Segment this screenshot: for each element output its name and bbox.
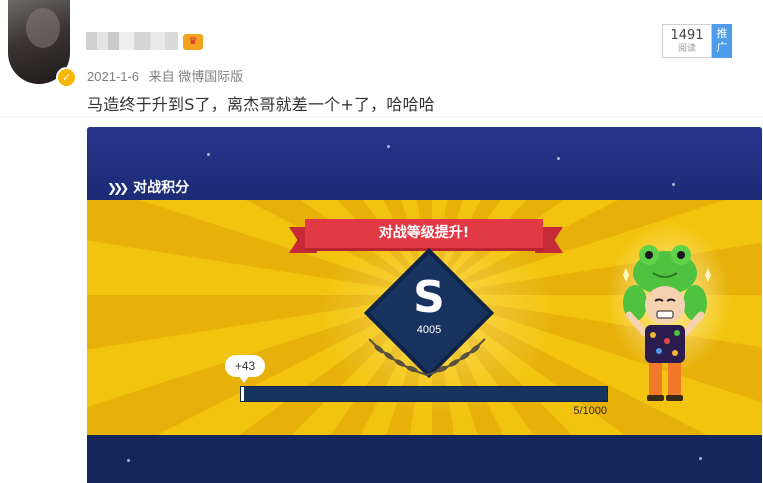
section-title: ❯❯❯ 对战积分 — [107, 177, 189, 197]
vip-crown-icon[interactable]: ♛ — [183, 34, 203, 50]
read-label: 阅读 — [677, 44, 696, 54]
chevron-double-right-icon: ❯❯❯ — [107, 181, 129, 195]
post-source[interactable]: 来自 微博国际版 — [149, 69, 244, 84]
promote-button[interactable]: 推广 — [712, 24, 732, 58]
progress-bar — [240, 386, 608, 402]
laurel-icon — [368, 338, 486, 376]
score-gain-bubble: +43 — [225, 355, 265, 383]
post-date[interactable]: 2021-1-6 — [87, 69, 139, 84]
progress-label: 5/1000 — [573, 405, 607, 417]
post-image[interactable]: ❯❯❯ 对战积分 对战等级提升! S 4005 +43 5/1000 — [87, 127, 762, 483]
post-text: 马造终于升到S了，离杰哥就差一个+了，哈哈哈 — [87, 95, 435, 114]
divider — [0, 116, 763, 117]
post-meta: 2021-1-6 来自 微博国际版 — [87, 66, 249, 85]
username-redacted[interactable] — [86, 32, 178, 50]
section-title-text: 对战积分 — [133, 180, 190, 196]
level-up-banner: 对战等级提升! — [305, 219, 543, 251]
mii-character — [623, 245, 711, 401]
progress-fill — [241, 387, 244, 401]
read-count: 1491 — [670, 28, 704, 43]
read-count-box: 1491 阅读 — [662, 24, 712, 58]
verified-badge-icon: ✓ — [56, 67, 77, 88]
